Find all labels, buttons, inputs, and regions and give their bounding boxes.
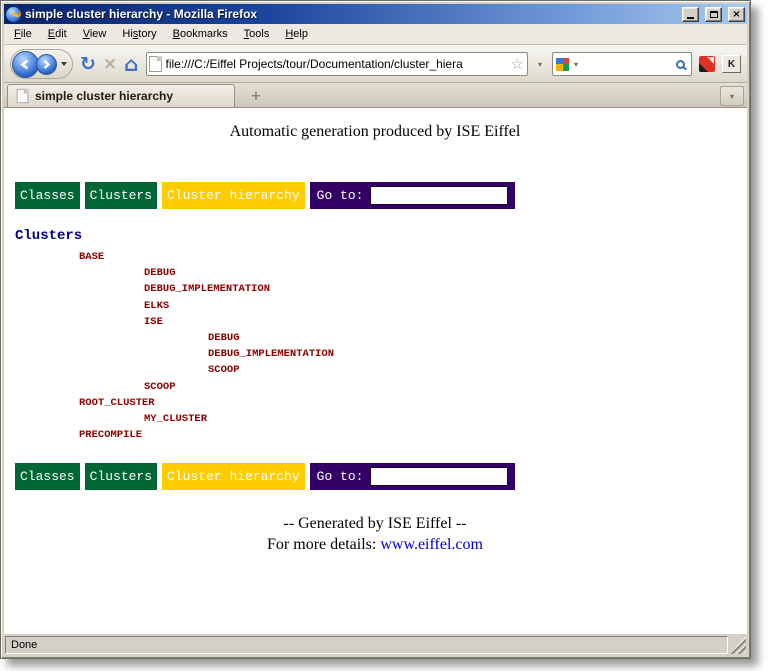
clusters-button[interactable]: Clusters — [85, 463, 157, 490]
page-favicon-icon — [149, 56, 162, 72]
goto-input[interactable] — [370, 186, 508, 205]
generation-header: Automatic generation produced by ISE Eif… — [15, 123, 735, 141]
recent-history-dropdown-icon[interactable] — [61, 62, 67, 66]
url-bar: ☆ — [146, 52, 528, 76]
google-icon-green — [563, 64, 570, 71]
menu-item-tools[interactable]: Tools — [236, 25, 278, 43]
maximize-button[interactable] — [705, 7, 722, 22]
generated-by-line: -- Generated by ISE Eiffel -- — [15, 515, 735, 533]
reload-icon: ↻ — [80, 53, 96, 75]
maximize-icon — [710, 11, 718, 18]
page-content: Automatic generation produced by ISE Eif… — [4, 108, 747, 633]
cluster-tree: BASEDEBUGDEBUG_IMPLEMENTATIONELKSISEDEBU… — [15, 249, 735, 443]
cluster-link-precompile[interactable]: PRECOMPILE — [15, 427, 735, 443]
firefox-logo-icon — [6, 7, 21, 22]
cluster-hierarchy-button[interactable]: Cluster hierarchy — [162, 182, 305, 209]
close-button[interactable]: × — [728, 7, 745, 22]
resize-grip[interactable] — [730, 636, 746, 654]
menubar: FileEditViewHistoryBookmarksToolsHelp — [4, 24, 747, 45]
back-arrow-icon — [20, 59, 31, 70]
menu-item-history[interactable]: History — [114, 25, 164, 43]
doc-navbar-bottom: Classes Clusters Cluster hierarchy Go to… — [15, 463, 735, 490]
cluster-link-ise[interactable]: ISE — [15, 314, 735, 330]
cluster-hierarchy-button[interactable]: Cluster hierarchy — [162, 463, 305, 490]
details-line: For more details: www.eiffel.com — [15, 536, 735, 554]
cluster-link-debug[interactable]: DEBUG — [15, 265, 735, 281]
navigation-toolbar: ↻ × ⌂ ☆ ▾ ▾ K — [4, 45, 747, 83]
search-magnifier-icon[interactable] — [676, 60, 685, 69]
cluster-link-base[interactable]: BASE — [15, 249, 735, 265]
search-input[interactable] — [583, 56, 674, 72]
cluster-link-scoop[interactable]: SCOOP — [15, 379, 735, 395]
stop-button[interactable]: × — [103, 56, 117, 73]
status-panel: Done — [5, 636, 728, 654]
cluster-link-debug_implementation[interactable]: DEBUG_IMPLEMENTATION — [15, 346, 735, 362]
window-title: simple cluster hierarchy - Mozilla Firef… — [25, 7, 676, 21]
classes-button[interactable]: Classes — [15, 182, 80, 209]
home-icon: ⌂ — [124, 52, 138, 76]
minimize-icon — [687, 17, 694, 19]
forward-button[interactable] — [36, 54, 57, 75]
menu-item-bookmarks[interactable]: Bookmarks — [165, 25, 236, 43]
eiffel-link[interactable]: www.eiffel.com — [380, 536, 483, 553]
url-history-dropdown-button[interactable]: ▾ — [535, 60, 545, 69]
menu-item-view[interactable]: View — [75, 25, 115, 43]
tab-favicon-icon — [17, 89, 29, 103]
doc-navbar-top: Classes Clusters Cluster hierarchy Go to… — [15, 182, 735, 209]
minimize-button[interactable] — [682, 7, 699, 22]
tab-label: simple cluster hierarchy — [35, 89, 173, 103]
cluster-link-debug_implementation[interactable]: DEBUG_IMPLEMENTATION — [15, 281, 735, 297]
search-engine-dropdown-icon[interactable]: ▾ — [571, 60, 581, 69]
goto-input[interactable] — [370, 467, 508, 486]
goto-label: Go to: — [317, 188, 364, 203]
status-text: Done — [11, 639, 37, 651]
cluster-link-elks[interactable]: ELKS — [15, 298, 735, 314]
menu-item-edit[interactable]: Edit — [40, 25, 75, 43]
page-footer: -- Generated by ISE Eiffel -- For more d… — [15, 515, 735, 554]
firefox-window: simple cluster hierarchy - Mozilla Firef… — [0, 0, 751, 659]
clusters-button[interactable]: Clusters — [85, 182, 157, 209]
google-engine-icon[interactable] — [556, 58, 569, 71]
cluster-link-root_cluster[interactable]: ROOT_CLUSTER — [15, 395, 735, 411]
back-button[interactable] — [12, 51, 39, 78]
kaspersky-toolbar-button[interactable]: K — [722, 55, 741, 73]
cluster-link-debug[interactable]: DEBUG — [15, 330, 735, 346]
list-all-tabs-button[interactable]: ▾ — [720, 86, 744, 106]
goto-box: Go to: — [310, 182, 516, 209]
cluster-link-scoop[interactable]: SCOOP — [15, 362, 735, 378]
list-all-tabs-icon: ▾ — [727, 92, 737, 101]
reload-button[interactable]: ↻ — [80, 55, 96, 74]
classes-button[interactable]: Classes — [15, 463, 80, 490]
forward-arrow-icon — [42, 60, 51, 69]
home-button[interactable]: ⌂ — [124, 54, 138, 74]
close-icon: × — [732, 9, 740, 20]
goto-label: Go to: — [317, 469, 364, 484]
details-prefix: For more details: — [267, 536, 380, 553]
titlebar[interactable]: simple cluster hierarchy - Mozilla Firef… — [4, 4, 747, 24]
menu-item-file[interactable]: File — [6, 25, 40, 43]
goto-box: Go to: — [310, 463, 516, 490]
clusters-heading: Clusters — [15, 228, 735, 244]
url-input[interactable] — [166, 57, 507, 71]
tab-simple-cluster-hierarchy[interactable]: simple cluster hierarchy — [7, 84, 235, 107]
kaspersky-icon[interactable] — [699, 56, 715, 72]
new-tab-button[interactable]: + — [245, 89, 267, 104]
cluster-link-my_cluster[interactable]: MY_CLUSTER — [15, 411, 735, 427]
search-bar: ▾ — [552, 52, 692, 76]
tab-bar: simple cluster hierarchy + ▾ — [4, 83, 747, 108]
bookmark-star-icon[interactable]: ☆ — [511, 55, 524, 73]
stop-icon: × — [103, 54, 117, 74]
history-nav-cluster — [10, 49, 73, 79]
menu-item-help[interactable]: Help — [277, 25, 316, 43]
status-bar: Done — [4, 633, 747, 655]
